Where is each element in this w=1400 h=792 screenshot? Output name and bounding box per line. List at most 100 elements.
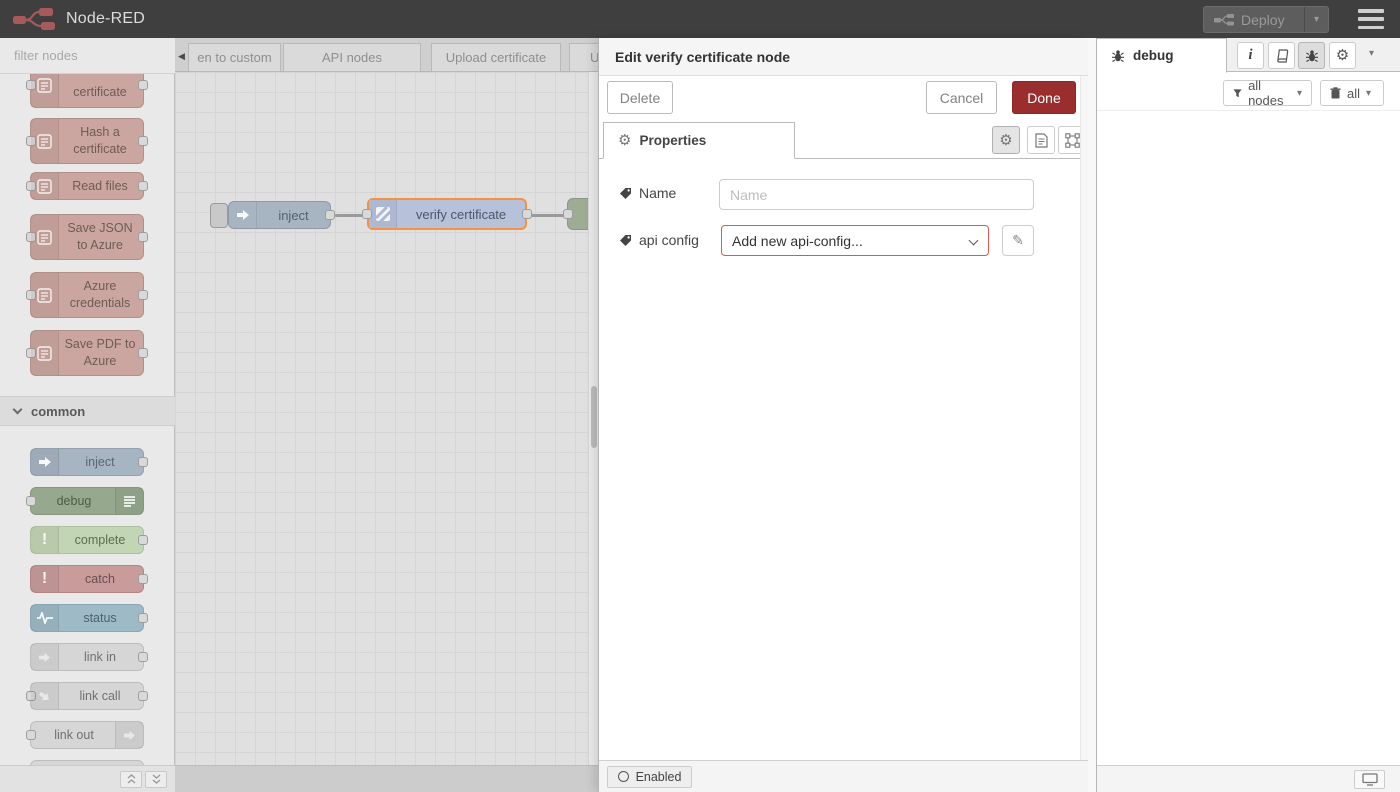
palette-node-label: link out bbox=[31, 722, 143, 748]
palette-footer bbox=[0, 765, 175, 792]
flow-node-inject[interactable]: inject bbox=[228, 201, 331, 229]
edit-properties-button[interactable]: ⚙ bbox=[992, 126, 1020, 154]
book-icon bbox=[1274, 49, 1290, 63]
app-title: Node-RED bbox=[66, 10, 145, 28]
palette-node-save-pdf-to-azure[interactable]: Save PDF to Azure bbox=[30, 330, 144, 376]
workspace: ◀ en to custom API nodes Upload certific… bbox=[175, 38, 598, 792]
main-menu-button[interactable] bbox=[1358, 9, 1384, 29]
appearance-icon bbox=[1065, 133, 1080, 148]
flow-canvas[interactable]: inject verify certificate n bbox=[175, 72, 598, 765]
palette-search bbox=[0, 38, 175, 74]
palette-node-azure-credentials[interactable]: Azure credentials bbox=[30, 272, 144, 318]
caret-down-icon: ▾ bbox=[1297, 88, 1302, 99]
document-icon bbox=[1035, 133, 1048, 148]
chevron-down-icon bbox=[13, 405, 23, 415]
flow-node-verify-certificate[interactable]: verify certificate bbox=[367, 198, 527, 230]
sidebar-resize-handle[interactable] bbox=[1088, 38, 1096, 792]
pencil-icon: ✎ bbox=[1012, 232, 1024, 249]
caret-down-icon: ▾ bbox=[1366, 88, 1371, 99]
trash-icon bbox=[1330, 87, 1341, 99]
palette-node-inject[interactable]: inject bbox=[30, 448, 144, 476]
debug-filter-dropdown[interactable]: all nodes ▾ bbox=[1223, 80, 1312, 106]
cancel-button[interactable]: Cancel bbox=[926, 81, 997, 114]
palette-node-link-out[interactable]: link out bbox=[30, 721, 144, 749]
sidebar-config-button[interactable]: ⚙ bbox=[1329, 42, 1356, 69]
tab-properties[interactable]: ⚙ Properties bbox=[603, 122, 795, 159]
horizontal-scrollbar[interactable] bbox=[175, 765, 598, 792]
palette-node-link-call[interactable]: link call bbox=[30, 682, 144, 710]
clear-label: all bbox=[1347, 86, 1360, 101]
deploy-label: Deploy bbox=[1241, 12, 1285, 28]
palette-expand-all-button[interactable] bbox=[145, 771, 167, 788]
tab-label: API nodes bbox=[322, 50, 382, 65]
palette-node-complete[interactable]: ! complete bbox=[30, 526, 144, 554]
palette-node-label: catch bbox=[31, 566, 143, 592]
workspace-tab[interactable]: U bbox=[569, 43, 598, 72]
palette-node-debug[interactable]: debug bbox=[30, 487, 144, 515]
tab-label: en to custom bbox=[197, 50, 271, 65]
dialog-tabrow: ⚙ Properties ⚙ bbox=[599, 122, 1088, 159]
palette-node-status[interactable]: status bbox=[30, 604, 144, 632]
palette-node-label: Save JSON to Azure bbox=[31, 215, 143, 259]
info-icon: i bbox=[1248, 47, 1252, 64]
deploy-icon bbox=[1214, 14, 1234, 26]
sidebar-options-caret[interactable]: ▾ bbox=[1369, 48, 1374, 59]
palette-node-label: certificate bbox=[31, 74, 143, 107]
workspace-tab[interactable]: API nodes bbox=[283, 43, 421, 72]
tag-icon bbox=[619, 234, 632, 247]
workspace-tab[interactable]: Upload certificate bbox=[431, 43, 561, 72]
toggle-ring-icon bbox=[618, 771, 629, 782]
flow-node-label: inject bbox=[229, 202, 330, 228]
deploy-button-main[interactable]: Deploy bbox=[1204, 12, 1304, 28]
palette-node-link-in[interactable]: link in bbox=[30, 643, 144, 671]
node-port[interactable] bbox=[362, 209, 372, 219]
funnel-icon bbox=[1233, 88, 1242, 99]
palette-node-hash-a-certificate[interactable]: Hash a certificate bbox=[30, 118, 144, 164]
palette-node-label: status bbox=[31, 605, 143, 631]
palette-node-catch[interactable]: ! catch bbox=[30, 565, 144, 593]
sidebar-info-button[interactable]: i bbox=[1237, 42, 1264, 69]
inject-trigger-button[interactable] bbox=[210, 203, 228, 228]
palette-node-label: link in bbox=[31, 644, 143, 670]
node-port[interactable] bbox=[325, 210, 335, 220]
filter-label: all nodes bbox=[1248, 78, 1291, 108]
tab-label: U bbox=[590, 50, 598, 65]
bug-icon bbox=[1305, 49, 1319, 63]
deploy-options-caret[interactable]: ▾ bbox=[1304, 7, 1328, 32]
palette-node-read-files[interactable]: Read files bbox=[30, 172, 144, 200]
palette-search-input[interactable] bbox=[14, 48, 190, 63]
done-button[interactable]: Done bbox=[1012, 81, 1076, 114]
deploy-button[interactable]: Deploy ▾ bbox=[1203, 6, 1329, 33]
vertical-scrollbar[interactable] bbox=[588, 72, 598, 765]
palette-node-save-json-to-azure[interactable]: Save JSON to Azure bbox=[30, 214, 144, 260]
enabled-toggle-button[interactable]: Enabled bbox=[607, 766, 692, 788]
api-config-select[interactable]: Add new api-config... bbox=[721, 225, 989, 256]
flow-node-label: verify certificate bbox=[369, 200, 525, 228]
open-debug-window-button[interactable] bbox=[1354, 770, 1385, 789]
wire[interactable] bbox=[531, 214, 565, 217]
workspace-tab[interactable]: en to custom bbox=[188, 43, 281, 72]
sidebar-help-button[interactable] bbox=[1268, 42, 1295, 69]
debug-clear-dropdown[interactable]: all ▾ bbox=[1320, 80, 1384, 106]
double-chevron-down-icon bbox=[151, 773, 162, 785]
palette-collapse-all-button[interactable] bbox=[120, 771, 142, 788]
name-input[interactable] bbox=[719, 179, 1034, 210]
sidebar-debug-button[interactable] bbox=[1298, 42, 1325, 69]
api-config-field-label: api config bbox=[619, 232, 699, 248]
tab-label: Upload certificate bbox=[446, 50, 546, 65]
dialog-title-text: Edit verify certificate node bbox=[615, 49, 790, 65]
dialog-scrollbar[interactable] bbox=[1080, 76, 1088, 760]
edit-config-button[interactable]: ✎ bbox=[1002, 225, 1034, 256]
bug-icon bbox=[1111, 49, 1125, 63]
gear-icon: ⚙ bbox=[1336, 48, 1349, 63]
palette-node-certificate[interactable]: certificate bbox=[30, 74, 144, 108]
tab-scroll-left-button[interactable]: ◀ bbox=[175, 43, 188, 69]
node-description-button[interactable] bbox=[1027, 126, 1055, 154]
palette-node-list[interactable]: certificate Hash a certificate Read file… bbox=[0, 74, 175, 765]
sidebar-tabbar: debug i ⚙ ▾ bbox=[1097, 38, 1400, 72]
scrollbar-thumb[interactable] bbox=[591, 386, 597, 448]
tab-debug[interactable]: debug bbox=[1097, 38, 1227, 73]
palette-category-common[interactable]: common bbox=[0, 396, 175, 426]
delete-button[interactable]: Delete bbox=[607, 81, 673, 114]
node-red-logo-icon bbox=[12, 7, 56, 31]
